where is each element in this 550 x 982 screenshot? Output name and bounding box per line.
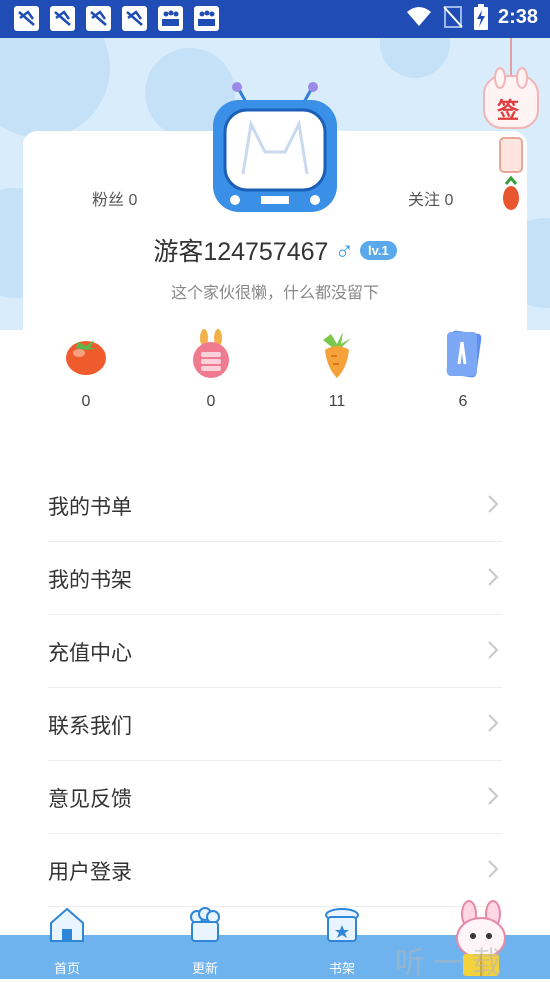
- fans-count[interactable]: 粉丝 0: [92, 186, 137, 210]
- no-signal-icon: [443, 6, 463, 28]
- chevron-right-icon: [488, 568, 499, 586]
- bookshelf-icon: [325, 908, 359, 942]
- stat-value: 0: [81, 393, 91, 410]
- update-icon: [190, 907, 220, 942]
- nav-label: 首页: [53, 961, 80, 976]
- status-bar: 2:38: [0, 0, 550, 38]
- nav-home[interactable]: 首页: [32, 905, 102, 977]
- stat-carrot[interactable]: 11: [297, 328, 377, 411]
- chevron-right-icon: [488, 495, 499, 513]
- notification-icons: [14, 6, 219, 31]
- username-row: 游客124757467 ♂ lv.1: [0, 232, 550, 268]
- sign-in-charm[interactable]: [478, 38, 544, 218]
- chevron-right-icon: [488, 714, 499, 732]
- stats-row: 0 0 11 6: [23, 328, 527, 418]
- wifi-icon: [406, 7, 431, 26]
- stat-value: 6: [458, 393, 468, 410]
- watermark: 听 一 载: [395, 947, 502, 980]
- tomato-icon: [66, 340, 106, 375]
- menu-item-label: 联系我们: [48, 715, 132, 738]
- menu-item-label: 我的书架: [48, 569, 132, 592]
- coin-rabbit-icon: [193, 329, 229, 378]
- notification-app-icon: [14, 6, 39, 31]
- username: 游客124757467: [153, 238, 329, 266]
- menu-item-label: 充值中心: [48, 642, 132, 665]
- stat-coin[interactable]: 0: [171, 328, 251, 411]
- photo-icon: [194, 6, 219, 31]
- follow-count[interactable]: 关注 0: [408, 186, 453, 210]
- notification-app-icon: [86, 6, 111, 31]
- notification-app-icon: [122, 6, 147, 31]
- avatar[interactable]: [205, 82, 345, 217]
- menu-item-login[interactable]: 用户登录: [48, 834, 502, 907]
- battery-charging-icon: [473, 4, 488, 30]
- stat-value: 0: [206, 393, 216, 410]
- level-badge: lv.1: [359, 240, 397, 260]
- clock: 2:38: [497, 5, 538, 28]
- sign-in-label: 签: [497, 98, 520, 123]
- menu-item-my-booklist[interactable]: 我的书单: [48, 469, 502, 542]
- menu-item-my-bookshelf[interactable]: 我的书架: [48, 542, 502, 615]
- chevron-right-icon: [488, 860, 499, 878]
- stat-value: 11: [328, 393, 346, 410]
- chevron-right-icon: [488, 787, 499, 805]
- menu-item-label: 用户登录: [48, 861, 132, 884]
- photo-icon: [158, 6, 183, 31]
- nav-bookshelf[interactable]: 书架: [307, 905, 377, 977]
- home-icon: [50, 907, 84, 942]
- carrot-icon: [323, 332, 351, 378]
- user-bio: 这个家伙很懒，什么都没留下: [170, 285, 379, 302]
- nav-label: 书架: [328, 961, 355, 976]
- chevron-right-icon: [488, 641, 499, 659]
- menu-item-label: 意见反馈: [48, 788, 132, 811]
- menu-item-recharge[interactable]: 充值中心: [48, 615, 502, 688]
- gender-male-icon: ♂: [334, 235, 354, 265]
- menu-item-feedback[interactable]: 意见反馈: [48, 761, 502, 834]
- card-icon: [446, 330, 482, 378]
- nav-update[interactable]: 更新: [170, 905, 240, 977]
- stat-card[interactable]: 6: [423, 328, 503, 411]
- notification-app-icon: [50, 6, 75, 31]
- system-status: 2:38: [406, 4, 538, 30]
- menu-item-label: 我的书单: [48, 496, 132, 519]
- nav-label: 更新: [191, 961, 218, 976]
- stat-tomato[interactable]: 0: [46, 328, 126, 411]
- menu-list: 我的书单 我的书架 充值中心 联系我们 意见反馈 用户登录: [48, 469, 502, 907]
- menu-item-contact-us[interactable]: 联系我们: [48, 688, 502, 761]
